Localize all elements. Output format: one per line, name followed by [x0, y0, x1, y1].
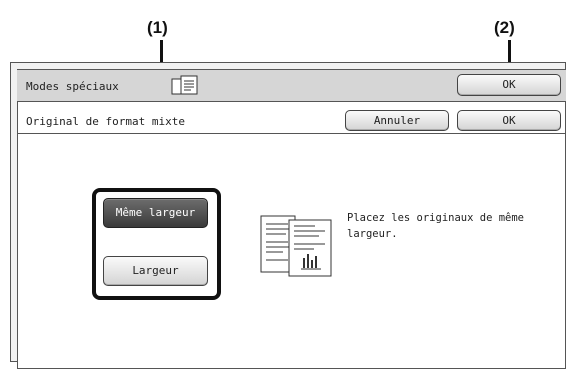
cancel-button[interactable]: Annuler [345, 110, 449, 131]
subheader-title: Original de format mixte [26, 115, 185, 128]
top-ok-button[interactable]: OK [457, 74, 561, 96]
callout-2: (2) [494, 18, 515, 37]
title-text: Modes spéciaux [26, 80, 119, 93]
instruction-message: Placez les originaux de même largeur. [347, 212, 525, 240]
same-width-button[interactable]: Même largeur [103, 198, 208, 228]
originals-illustration-icon [259, 212, 335, 282]
width-button[interactable]: Largeur [103, 256, 208, 286]
document-icon [171, 75, 199, 96]
callout-1: (1) [147, 18, 168, 37]
ok-button[interactable]: OK [457, 110, 561, 131]
